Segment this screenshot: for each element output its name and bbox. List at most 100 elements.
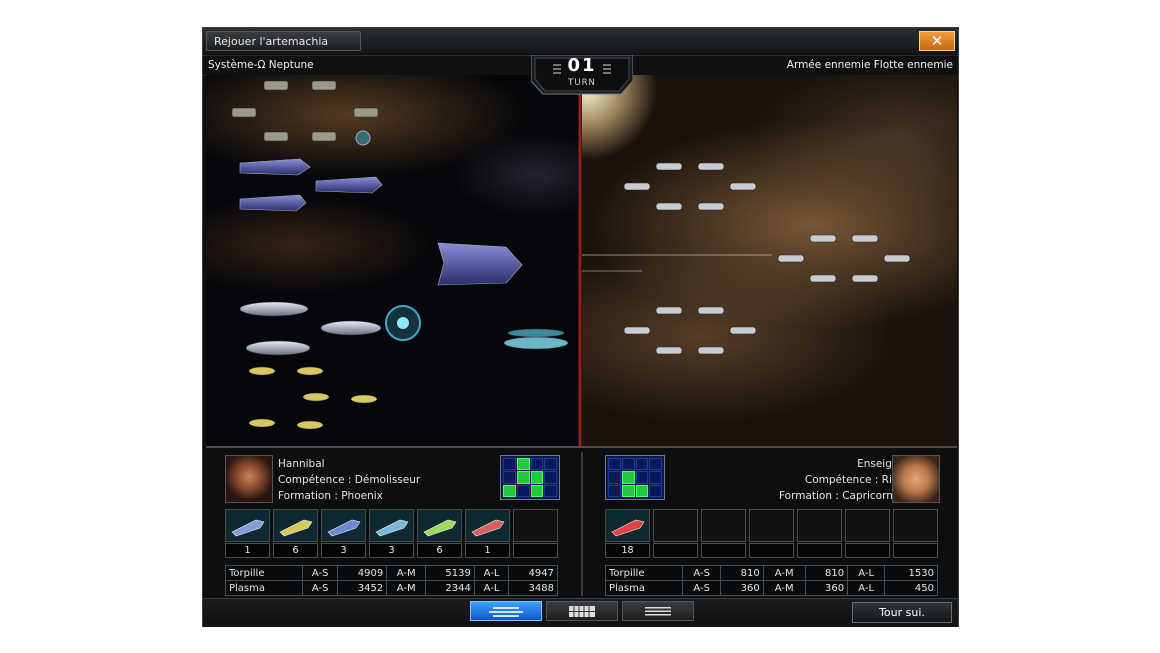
stats-row: Plasma A-S 360 A-M 360 A-L 450 (605, 580, 938, 596)
slot-count (797, 543, 842, 558)
battle-view-icon (489, 607, 523, 617)
slot-count: 1 (225, 543, 270, 558)
slot-count: 6 (273, 543, 318, 558)
fleet-slot[interactable]: 6 (417, 509, 462, 559)
red-frigate-icon (465, 509, 510, 542)
formation-cell (649, 471, 662, 484)
formation-cell (608, 458, 621, 471)
red-cruiser-icon (605, 509, 650, 542)
grid-view-button[interactable] (546, 601, 618, 621)
fleet-slot[interactable] (701, 509, 746, 559)
empty-slot-icon (893, 509, 938, 542)
fleet-slot[interactable]: 6 (273, 509, 318, 559)
player-panel: Hannibal Compétence : Démolisseur Format… (222, 452, 577, 596)
formation-cell (530, 471, 544, 484)
formation-cell (608, 471, 621, 484)
formation-cell (621, 458, 635, 471)
fleet-slot[interactable]: 18 (605, 509, 650, 559)
fleet-slot[interactable]: 1 (225, 509, 270, 559)
stat-label: A-S (301, 580, 339, 596)
enemy-fleet-icon (582, 162, 911, 355)
player-stats-table: Torpille A-S 4909 A-M 5139 A-L 4947 Plasma A-S 34… (225, 565, 558, 596)
formation-cell (649, 458, 662, 471)
enemy-avatar (892, 455, 940, 503)
player-skill: Compétence : Démolisseur (278, 474, 421, 486)
battle-view-button[interactable] (470, 601, 542, 621)
enemy-panel: Enseigne Compétence : Rien Formation : C… (602, 452, 957, 596)
formation-cell (503, 471, 516, 484)
stat-label: A-L (847, 565, 886, 581)
fleet-slot[interactable] (653, 509, 698, 559)
enemy-name: Enseigne (857, 458, 905, 470)
fleet-slot[interactable]: 1 (465, 509, 510, 559)
enemy-battle-area (582, 75, 957, 446)
formation-cell (608, 484, 621, 497)
stat-value: 1530 (884, 565, 938, 581)
stat-value: 810 (804, 565, 849, 581)
formation-cell (503, 458, 516, 471)
panel-divider (581, 452, 583, 596)
formation-cell (516, 471, 530, 484)
stat-value: 450 (884, 580, 938, 596)
formation-cell (516, 484, 530, 497)
bottom-toolbar: Tour sui. (203, 598, 958, 627)
stat-value: 360 (804, 580, 849, 596)
turn-number: 01 (567, 55, 597, 76)
slot-count (749, 543, 794, 558)
empty-slot-icon (845, 509, 890, 542)
fleet-slot[interactable] (797, 509, 842, 559)
slot-count: 6 (417, 543, 462, 558)
fleet-slot[interactable]: 3 (369, 509, 414, 559)
stat-label: A-S (301, 565, 339, 581)
formation-cell (530, 484, 544, 497)
formation-cell (503, 484, 516, 497)
weapon-name: Torpille (605, 565, 683, 581)
enemy-formation-grid[interactable] (605, 455, 665, 500)
fleet-slot[interactable] (893, 509, 938, 559)
fleet-slot[interactable] (513, 509, 558, 559)
turn-label: TURN (568, 78, 596, 88)
yellow-carrier-icon (273, 509, 318, 542)
slot-count (701, 543, 746, 558)
player-formation-grid[interactable] (500, 455, 560, 500)
formation-cell (544, 458, 557, 471)
player-name: Hannibal (278, 458, 325, 470)
fleet-slot[interactable]: 3 (321, 509, 366, 559)
stats-row: Torpille A-S 4909 A-M 5139 A-L 4947 (225, 565, 558, 581)
enemy-fleet-name: Armée ennemie Flotte ennemie (786, 59, 953, 71)
grid-view-icon (569, 606, 595, 617)
weapon-name: Torpille (225, 565, 303, 581)
list-view-button[interactable] (622, 601, 694, 621)
player-fleet-slots: 163361 (225, 509, 580, 561)
player-fleet-icon (206, 80, 579, 438)
battlefield (206, 75, 957, 448)
list-view-icon (645, 607, 671, 616)
empty-slot-icon (797, 509, 842, 542)
stealth-cruiser-icon (225, 509, 270, 542)
player-formation: Formation : Phoenix (278, 490, 383, 502)
stat-value: 5139 (425, 565, 475, 581)
stat-label: A-M (762, 565, 806, 581)
empty-slot-icon (749, 509, 794, 542)
slot-count (893, 543, 938, 558)
slot-count (513, 543, 558, 558)
empty-slot-icon (653, 509, 698, 542)
formation-cell (635, 458, 649, 471)
stat-label: A-M (762, 580, 806, 596)
formation-cell (635, 484, 649, 497)
next-turn-button[interactable]: Tour sui. (852, 602, 952, 623)
stat-value: 4909 (337, 565, 388, 581)
title-bar: Rejouer l'artemachia ✕ (203, 28, 958, 54)
close-button[interactable]: ✕ (919, 31, 955, 51)
slot-count (845, 543, 890, 558)
green-frigate-icon (417, 509, 462, 542)
stat-label: A-M (386, 580, 427, 596)
player-info: Hannibal Compétence : Démolisseur Format… (278, 456, 420, 504)
system-name: Système-Ω Neptune (208, 59, 314, 71)
stat-value: 4947 (508, 565, 558, 581)
player-avatar (225, 455, 273, 503)
enemy-stats-table: Torpille A-S 810 A-M 810 A-L 1530 Plasma A-S 360 A… (605, 565, 938, 596)
fleet-slot[interactable] (749, 509, 794, 559)
fleet-slot[interactable] (845, 509, 890, 559)
stat-label: A-M (386, 565, 427, 581)
